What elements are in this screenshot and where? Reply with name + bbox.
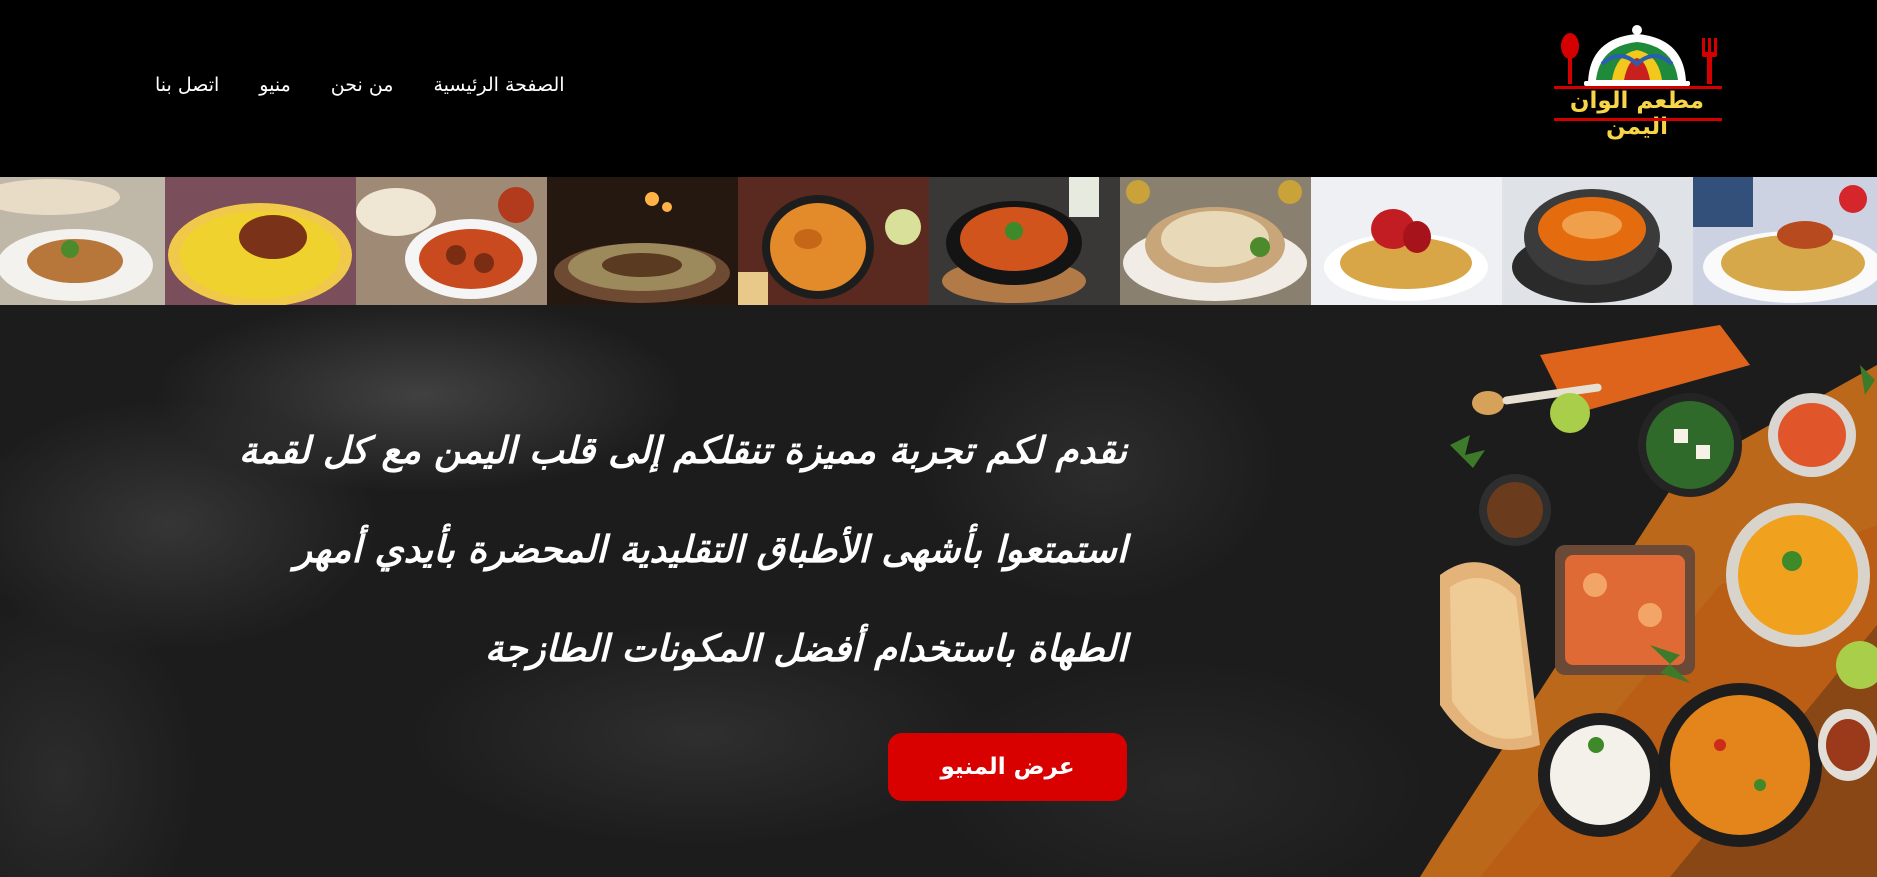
site-header: اتصل بنا منيو من نحن الصفحة الرئيسية مطع…: [0, 0, 1877, 177]
dish-photo-7: [1120, 177, 1311, 305]
hero-text: نقدم لكم تجربة مميزة تنقلكم إلى قلب اليم…: [238, 401, 1127, 698]
nav-about[interactable]: من نحن: [331, 74, 394, 96]
hero-line-2: استمتعوا بأشهى الأطباق التقليدية المحضرة…: [294, 527, 1127, 571]
dish-photo-8: [1311, 177, 1502, 305]
hero-section: نقدم لكم تجربة مميزة تنقلكم إلى قلب اليم…: [0, 305, 1877, 877]
dish-photo-5: [738, 177, 929, 305]
site-logo[interactable]: مطعم الوان اليمن: [1550, 24, 1730, 140]
dishes-illustration: [1420, 325, 1877, 877]
dish-photo-6: [929, 177, 1120, 305]
view-menu-button[interactable]: عرض المنيو: [888, 733, 1127, 801]
nav-menu[interactable]: منيو: [259, 74, 290, 96]
dish-photo-2: [165, 177, 356, 305]
dish-photo-3: [356, 177, 547, 305]
logo-text: مطعم الوان اليمن: [1569, 88, 1705, 140]
main-nav: اتصل بنا منيو من نحن الصفحة الرئيسية: [155, 74, 565, 96]
logo-divider-bottom: [1554, 118, 1722, 121]
dish-gallery: [0, 177, 1877, 305]
dish-photo-4: [547, 177, 738, 305]
dish-photo-9: [1502, 177, 1693, 305]
dish-photo-1: [0, 177, 165, 305]
serving-dome-icon: [1561, 25, 1717, 86]
nav-home[interactable]: الصفحة الرئيسية: [433, 74, 564, 96]
hero-line-1: نقدم لكم تجربة مميزة تنقلكم إلى قلب اليم…: [238, 428, 1127, 472]
dish-photo-10: [1693, 177, 1877, 305]
hero-line-3: الطهاة باستخدام أفضل المكونات الطازجة: [484, 626, 1127, 670]
nav-contact[interactable]: اتصل بنا: [155, 74, 219, 96]
